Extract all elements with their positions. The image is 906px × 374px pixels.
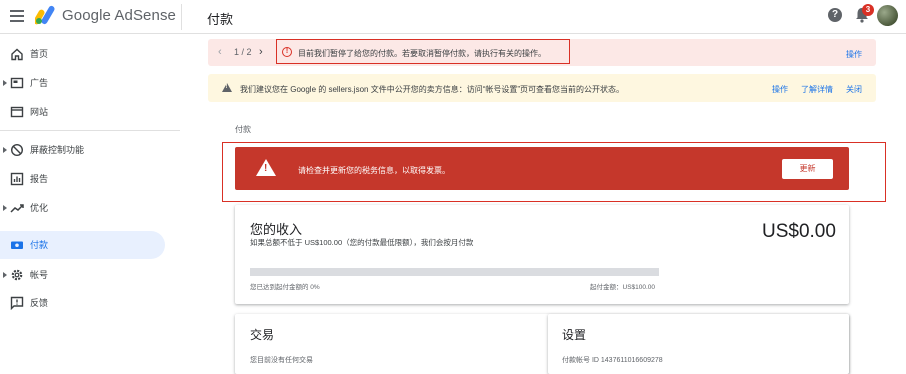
sidebar-item-account[interactable]: 帐号 [0,261,165,289]
sidebar-item-home[interactable]: 首页 [0,40,165,68]
sidebar-item-ads[interactable]: 广告 [0,69,165,97]
payment-hold-message: 目前我们暂停了给您的付款。若要取消暂停付款，请执行有关的操作。 [298,49,546,58]
sidebar-item-feedback[interactable]: 反馈 [0,289,165,317]
sites-icon [10,106,24,118]
expand-caret-icon[interactable] [3,205,7,211]
alert-pager-count: 1 / 2 [234,47,252,57]
sidebar-nav: 首页 广告 网站 屏蔽控制功能 报告 优化 付款 帐号 反馈 [0,34,180,360]
top-app-bar: Google AdSense 付款 ? 3 [0,0,906,34]
tax-info-message: 请检查并更新您的税务信息，以取得发票。 [298,166,450,175]
alert-next-chevron-icon[interactable]: › [259,46,263,58]
sidebar-item-label: 首页 [30,49,49,59]
hamburger-menu-icon[interactable] [10,10,24,22]
earnings-card [235,205,849,304]
header-divider [181,4,182,30]
sidebar-item-payments[interactable]: 付款 [0,231,165,259]
help-icon[interactable]: ? [828,8,842,22]
expand-caret-icon[interactable] [3,147,7,153]
feedback-icon [10,296,24,310]
sidebar-item-label: 网站 [30,107,49,117]
sidebar-item-label: 帐号 [30,270,49,280]
home-icon [11,48,23,61]
payments-icon [11,241,23,249]
ads-icon [10,77,24,89]
update-tax-button[interactable]: 更新 [782,159,833,179]
sidebar-item-reports[interactable]: 报告 [0,165,165,193]
expand-caret-icon[interactable] [3,80,7,86]
breadcrumb: 付款 [235,125,251,134]
sidebar-item-label: 屏蔽控制功能 [30,145,85,155]
sidebar-item-blocking-controls[interactable]: 屏蔽控制功能 [0,136,165,164]
sidebar-item-label: 广告 [30,78,49,88]
optimize-trend-icon [10,204,24,213]
block-icon [10,143,24,157]
sellers-json-message: 我们建议您在 Google 的 sellers.json 文件中公开您的卖方信息… [240,85,625,94]
notification-count-badge: 3 [862,4,874,16]
sidebar-item-label: 反馈 [30,298,49,308]
earnings-title: 您的收入 [250,222,303,237]
app-brand: Google AdSense [62,7,176,24]
transactions-title: 交易 [250,328,275,342]
adsense-logo-icon[interactable] [35,5,57,25]
sidebar-item-sites[interactable]: 网站 [0,98,165,126]
sidebar-item-label: 报告 [30,174,49,184]
settings-title: 设置 [562,328,587,342]
error-icon: ! [282,47,292,57]
threshold-progress-bar [250,268,659,276]
earnings-subtitle: 如果总额不低于 US$100.00（您的付款最低限额），我们会按月付款 [250,238,474,247]
payment-hold-action-link[interactable]: 操作 [846,49,862,60]
warning-icon [256,159,276,176]
account-avatar[interactable] [877,5,898,26]
dismiss-link[interactable]: 关闭 [846,84,862,95]
sellers-json-action-link[interactable]: 操作 [772,84,788,95]
expand-caret-icon[interactable] [3,272,7,278]
earnings-amount: US$0.00 [762,221,836,242]
sidebar-item-label: 付款 [30,240,49,250]
reports-icon [10,172,24,186]
transactions-partial-text: 您目前没有任何交易 [250,357,313,364]
warning-icon [222,83,232,92]
learn-more-link[interactable]: 了解详情 [801,84,833,95]
threshold-amount-label: 起付金额：US$100.00 [590,284,656,291]
threshold-progress-label: 您已达到起付金额的 0% [250,284,320,291]
gear-icon [11,269,23,281]
sidebar-item-label: 优化 [30,203,49,213]
settings-partial-text: 付款帐号 ID 1437611016609278 [562,357,663,364]
alert-prev-chevron-icon[interactable]: ‹ [218,46,222,58]
settings-card [548,314,849,374]
page-title: 付款 [207,12,234,27]
sidebar-divider [0,130,180,131]
sidebar-item-optimize[interactable]: 优化 [0,194,165,222]
